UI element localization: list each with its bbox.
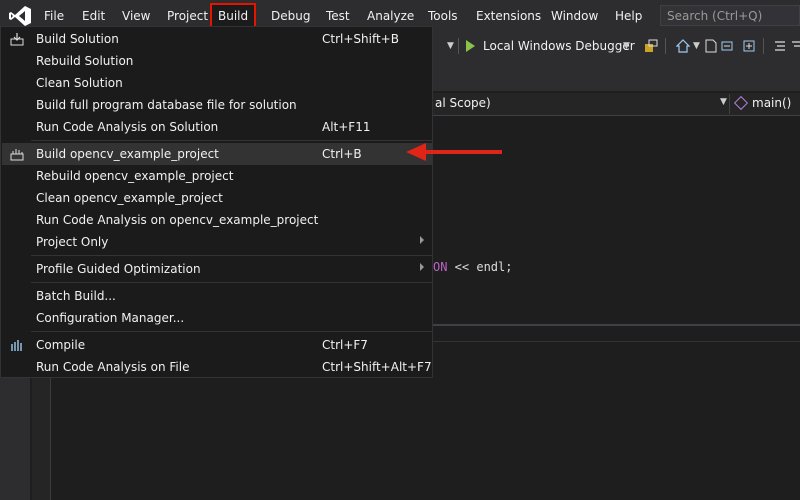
menu-separator — [31, 282, 432, 283]
debugger-dropdown-caret-icon[interactable]: ▼ — [623, 41, 630, 51]
comment-lines-icon[interactable] — [773, 39, 787, 53]
menu-item-run-code-analysis-project[interactable]: Run Code Analysis on opencv_example_proj… — [2, 209, 433, 231]
annotation-arrow-shaft — [425, 150, 502, 154]
menu-item-build-pdb-solution[interactable]: Build full program database file for sol… — [2, 94, 433, 116]
menu-item-label: Clean opencv_example_project — [36, 191, 223, 205]
menu-item-batch-build[interactable]: Batch Build... — [2, 285, 433, 307]
compile-icon — [11, 340, 22, 351]
menu-item-build-project[interactable]: Build opencv_example_project Ctrl+B — [2, 143, 433, 165]
scope-dropdown-caret-icon[interactable]: ▼ — [720, 97, 727, 107]
menu-separator — [31, 331, 432, 332]
properties-icon[interactable] — [720, 39, 734, 53]
menu-project[interactable]: Project — [167, 6, 208, 26]
start-debug-play-icon[interactable] — [466, 40, 475, 52]
menu-item-shortcut: Ctrl+F7 — [322, 338, 368, 352]
menu-view[interactable]: View — [122, 6, 150, 26]
code-token: << endl; — [447, 260, 513, 274]
menu-window[interactable]: Window — [551, 6, 598, 26]
menu-item-rebuild-solution[interactable]: Rebuild Solution — [2, 50, 433, 72]
menu-analyze[interactable]: Analyze — [367, 6, 414, 26]
menu-item-label: Project Only — [36, 235, 109, 249]
menu-item-label: Build full program database file for sol… — [36, 98, 297, 112]
annotation-arrow-head-icon — [406, 143, 426, 161]
toolbar-separator — [458, 38, 459, 54]
submenu-arrow-icon — [420, 236, 424, 244]
menu-item-run-code-analysis-file[interactable]: Run Code Analysis on File Ctrl+Shift+Alt… — [2, 356, 433, 378]
menu-item-run-code-analysis-solution[interactable]: Run Code Analysis on Solution Alt+F11 — [2, 116, 433, 138]
visual-studio-logo-icon — [9, 6, 31, 26]
menu-item-profile-guided-optimization[interactable]: Profile Guided Optimization — [2, 258, 433, 280]
menu-item-label: Run Code Analysis on Solution — [36, 120, 219, 134]
menu-item-shortcut: Alt+F11 — [322, 120, 371, 134]
menu-item-configuration-manager[interactable]: Configuration Manager... — [2, 307, 433, 329]
function-dropdown[interactable]: main() — [752, 96, 791, 110]
editor-splitter[interactable] — [433, 324, 800, 326]
show-all-files-icon[interactable] — [704, 39, 718, 53]
toolbar-separator — [763, 38, 764, 54]
menu-test[interactable]: Test — [326, 6, 350, 26]
uncomment-lines-icon[interactable] — [790, 39, 800, 53]
menu-item-build-solution[interactable]: Build Solution Ctrl+Shift+B — [2, 28, 433, 50]
menu-item-project-only[interactable]: Project Only — [2, 231, 433, 253]
menu-item-label: Profile Guided Optimization — [36, 262, 201, 276]
editor-divider — [433, 341, 800, 342]
local-debugger-button[interactable]: Local Windows Debugger — [483, 39, 635, 53]
scope-dropdown[interactable]: al Scope) — [435, 96, 491, 110]
home-icon[interactable] — [676, 39, 690, 53]
submenu-arrow-icon — [420, 263, 424, 271]
menu-item-label: Rebuild opencv_example_project — [36, 169, 234, 183]
menu-item-label: Configuration Manager... — [36, 311, 185, 325]
menu-item-label: Run Code Analysis on opencv_example_proj… — [36, 213, 319, 227]
menu-item-label: Rebuild Solution — [36, 54, 134, 68]
toolbar-separator — [665, 38, 666, 54]
menu-help[interactable]: Help — [615, 6, 642, 26]
menu-tools[interactable]: Tools — [428, 6, 458, 26]
platform-dropdown-caret-icon[interactable]: ▼ — [447, 41, 454, 51]
build-solution-icon — [10, 33, 24, 46]
menu-item-label: Clean Solution — [36, 76, 123, 90]
code-macro-token: ON — [433, 260, 448, 274]
build-project-icon — [10, 149, 24, 161]
build-menu-dropdown: Build Solution Ctrl+Shift+B Rebuild Solu… — [0, 26, 433, 378]
attach-process-icon[interactable] — [644, 39, 658, 53]
menu-item-label: Compile — [36, 338, 86, 352]
home-dropdown-caret-icon[interactable]: ▼ — [693, 41, 700, 51]
menu-item-rebuild-project[interactable]: Rebuild opencv_example_project — [2, 165, 433, 187]
code-line[interactable]: ON << endl; — [433, 260, 512, 274]
menu-item-clean-solution[interactable]: Clean Solution — [2, 72, 433, 94]
search-input[interactable]: Search (Ctrl+Q) — [660, 5, 800, 26]
menu-file[interactable]: File — [44, 6, 64, 26]
menu-separator — [31, 140, 432, 141]
step-into-icon[interactable] — [742, 39, 756, 53]
menu-item-label: Build Solution — [36, 32, 119, 46]
menu-extensions[interactable]: Extensions — [476, 6, 541, 26]
menu-separator — [31, 255, 432, 256]
menu-debug[interactable]: Debug — [271, 6, 310, 26]
menu-item-shortcut: Ctrl+B — [322, 147, 362, 161]
menu-item-label: Run Code Analysis on File — [36, 360, 190, 374]
menu-item-clean-project[interactable]: Clean opencv_example_project — [2, 187, 433, 209]
menu-item-label: Batch Build... — [36, 289, 116, 303]
menu-edit[interactable]: Edit — [82, 6, 105, 26]
menu-item-compile[interactable]: Compile Ctrl+F7 — [2, 334, 433, 356]
menu-item-label: Build opencv_example_project — [36, 147, 219, 161]
menu-item-shortcut: Ctrl+Shift+Alt+F7 — [322, 360, 432, 374]
menu-item-shortcut: Ctrl+Shift+B — [322, 32, 399, 46]
navbar-separator — [729, 94, 730, 114]
